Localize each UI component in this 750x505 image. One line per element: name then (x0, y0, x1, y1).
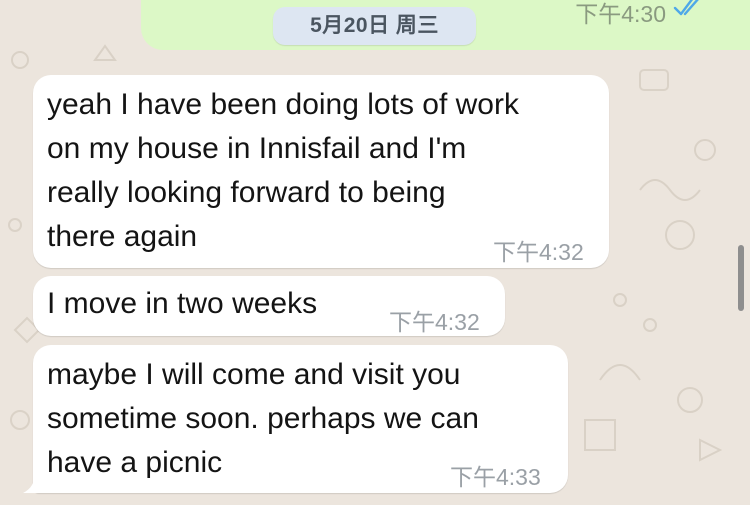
message-line: have a picnic (47, 446, 223, 479)
message-text: maybe I will come and visit you sometime… (47, 353, 479, 485)
message-text: I move in two weeks (47, 282, 317, 326)
message-time: 下午4:33 (450, 464, 541, 490)
scroll-indicator[interactable] (738, 245, 744, 311)
message-text: yeah I have been doing lots of work on m… (47, 83, 519, 259)
message-time: 下午4:32 (493, 239, 584, 265)
message-line: maybe I will come and visit you (47, 358, 461, 391)
incoming-message-bubble[interactable]: maybe I will come and visit you sometime… (23, 345, 568, 493)
outgoing-message-time: 下午4:30 (575, 1, 666, 27)
read-double-check-icon (673, 0, 699, 16)
message-line: really looking forward to being (47, 176, 446, 209)
incoming-message-bubble[interactable]: I move in two weeks 下午4:32 (33, 276, 505, 336)
message-line: sometime soon. perhaps we can (47, 402, 479, 435)
message-time: 下午4:32 (389, 309, 480, 335)
date-separator: 5月20日 周三 (273, 7, 476, 45)
bubble-tail-icon (23, 473, 45, 493)
incoming-message-bubble[interactable]: yeah I have been doing lots of work on m… (33, 75, 609, 268)
message-line: on my house in Innisfail and I'm (47, 132, 467, 165)
message-line: yeah I have been doing lots of work (47, 88, 519, 121)
message-line: I move in two weeks (47, 287, 318, 320)
message-line: there again (47, 220, 198, 253)
